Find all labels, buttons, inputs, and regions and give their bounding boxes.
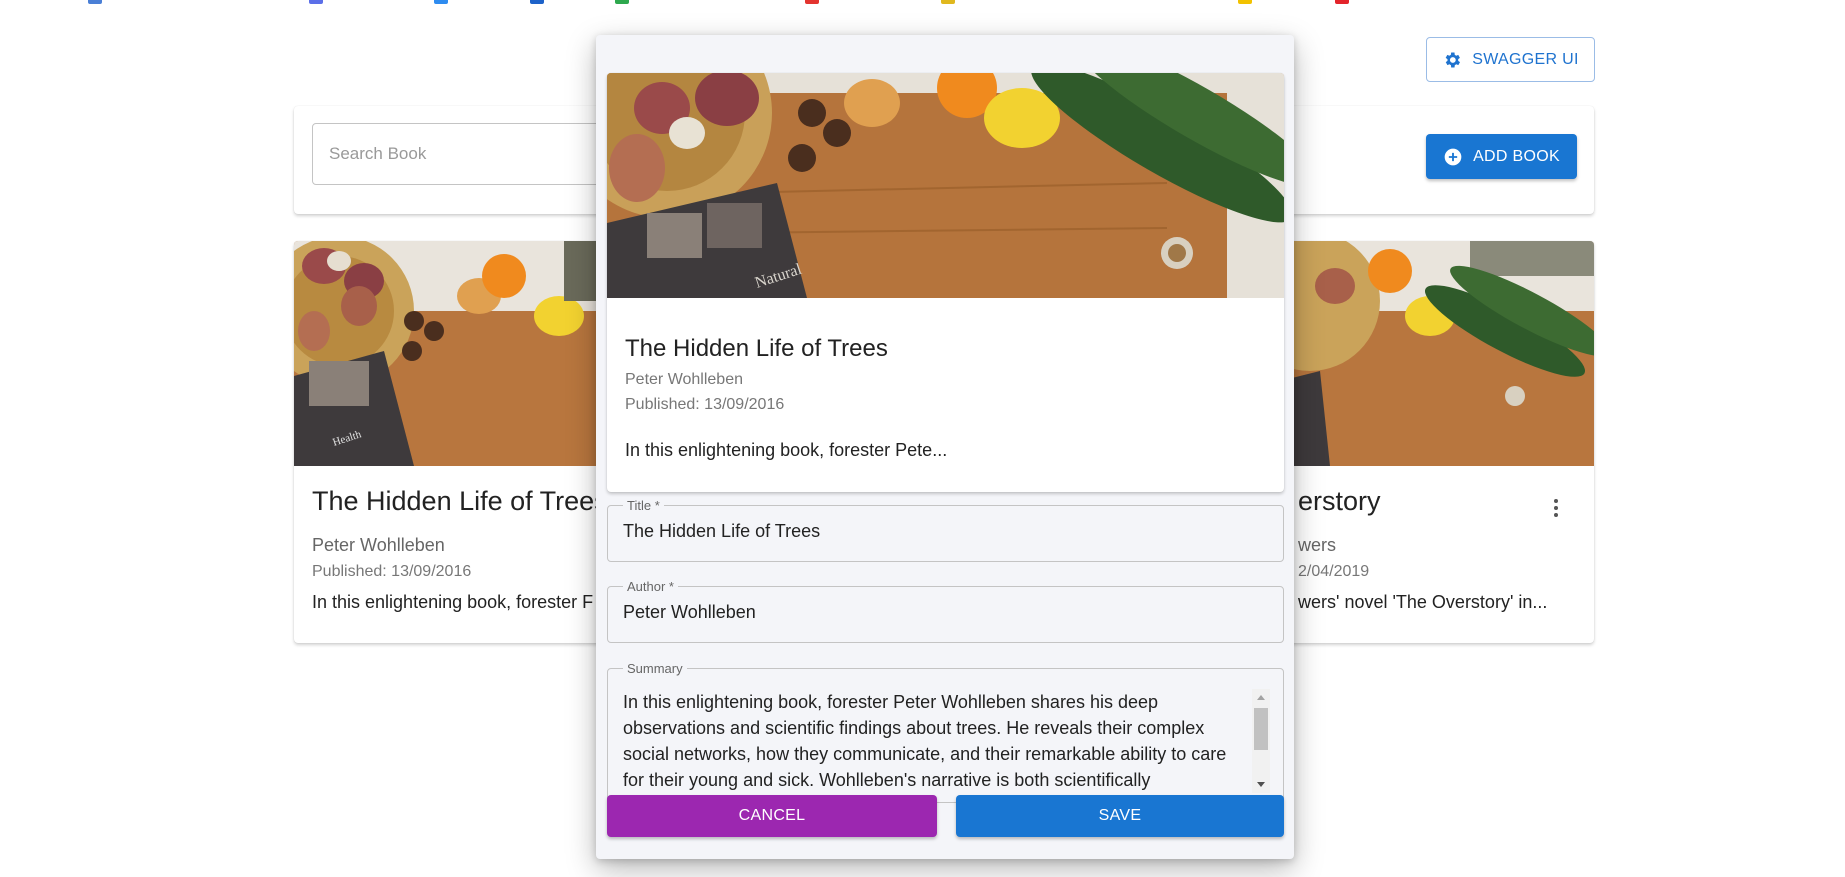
author-field-value[interactable]: Peter Wohlleben: [623, 599, 1268, 625]
preview-title: The Hidden Life of Trees: [625, 335, 888, 362]
preview-summary: In this enlightening book, forester Pete…: [625, 440, 948, 460]
save-button[interactable]: SAVE: [956, 795, 1284, 837]
swagger-ui-label: SWAGGER UI: [1472, 50, 1579, 68]
card-title: erstory: [1298, 486, 1381, 516]
summary-field-label: Summary: [627, 661, 683, 676]
card-summary: In this enlightening book, forester F: [312, 592, 594, 612]
summary-field[interactable]: Summary In this enlightening book, fores…: [607, 662, 1284, 803]
title-field-label: Title *: [627, 498, 660, 513]
summary-field-value[interactable]: In this enlightening book, forester Pete…: [623, 689, 1235, 793]
bookmark-icon[interactable]: [1238, 0, 1252, 4]
bookmark-icon[interactable]: [615, 0, 629, 4]
preview-published: Published: 13/09/2016: [625, 396, 785, 413]
preview-author: Peter Wohlleben: [625, 371, 743, 388]
save-label: SAVE: [1098, 807, 1142, 824]
card-author: wers: [1298, 535, 1337, 555]
card-title: The Hidden Life of Trees: [312, 486, 604, 516]
scroll-thumb[interactable]: [1254, 708, 1268, 750]
book-cover-image: Health: [294, 241, 604, 466]
bookmark-icon[interactable]: [88, 0, 102, 4]
card-summary: wers' novel 'The Overstory' in...: [1298, 592, 1548, 612]
title-field[interactable]: Title * The Hidden Life of Trees: [607, 499, 1284, 562]
bookmark-icon[interactable]: [941, 0, 955, 4]
add-circle-icon: [1444, 148, 1462, 165]
card-published: 2/04/2019: [1298, 563, 1370, 580]
author-field[interactable]: Author * Peter Wohlleben: [607, 580, 1284, 643]
book-card[interactable]: Health The Hidden Life of Trees Peter Wo…: [294, 241, 604, 643]
page: SWAGGER UI Search Book ADD BOOK Health T…: [0, 0, 1845, 877]
bookmark-icon[interactable]: [805, 0, 819, 4]
title-field-value[interactable]: The Hidden Life of Trees: [623, 518, 1268, 544]
book-cover-image: Natural: [607, 73, 1284, 298]
bookmark-icon[interactable]: [1335, 0, 1349, 4]
add-book-label: ADD BOOK: [1473, 147, 1560, 165]
more-vert-icon[interactable]: [1544, 496, 1568, 520]
summary-textarea[interactable]: In this enlightening book, forester Pete…: [623, 689, 1270, 793]
card-published: Published: 13/09/2016: [312, 563, 472, 580]
cancel-button[interactable]: CANCEL: [607, 795, 937, 837]
bookmark-icon[interactable]: [530, 0, 544, 4]
scroll-up-arrow-icon[interactable]: [1257, 695, 1265, 700]
book-preview-card: Natural The Hidden Life of Trees Peter W…: [607, 73, 1284, 492]
scroll-down-arrow-icon[interactable]: [1257, 782, 1265, 787]
add-book-button[interactable]: ADD BOOK: [1426, 134, 1577, 179]
book-card[interactable]: erstory wers 2/04/2019 wers' novel 'The …: [1280, 241, 1594, 643]
card-author: Peter Wohlleben: [312, 535, 445, 555]
summary-scrollbar[interactable]: [1252, 689, 1270, 793]
cancel-label: CANCEL: [738, 807, 806, 824]
edit-book-dialog: Natural The Hidden Life of Trees Peter W…: [596, 35, 1294, 859]
bookmark-icon[interactable]: [309, 0, 323, 4]
swagger-ui-button[interactable]: SWAGGER UI: [1426, 37, 1595, 82]
author-field-label: Author *: [627, 579, 674, 594]
bookmark-icon[interactable]: [434, 0, 448, 4]
search-placeholder: Search Book: [329, 144, 427, 163]
gear-icon: [1445, 52, 1461, 67]
book-cover-image: [1280, 241, 1594, 466]
